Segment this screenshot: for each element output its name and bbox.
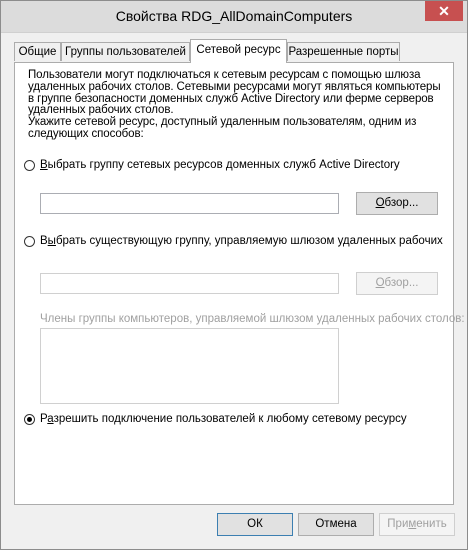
members-label: Члены группы компьютеров, управляемой шл… (40, 313, 465, 325)
intro-line: удаленных рабочих столов. Сетевыми ресур… (28, 80, 441, 93)
intro-line: следующих способов: (28, 127, 144, 140)
cancel-button[interactable]: Отмена (298, 513, 374, 536)
apply-button[interactable]: Применить (379, 513, 455, 536)
tab-general[interactable]: Общие (14, 42, 61, 61)
close-icon[interactable]: ✕ (425, 1, 463, 21)
tab-panel-network-resource: Пользователи могут подключаться к сетевы… (14, 62, 465, 505)
gateway-group-select[interactable] (40, 273, 339, 294)
tab-strip: Общие Группы пользователей Сетевой ресур… (14, 39, 454, 63)
members-list[interactable] (40, 328, 339, 404)
radio-button[interactable] (24, 160, 35, 171)
ad-group-input[interactable] (40, 193, 339, 214)
radio-button-checked[interactable] (24, 414, 35, 425)
radio-button[interactable] (24, 236, 35, 247)
browse-ad-group-button[interactable]: Обзор... (356, 192, 438, 215)
tab-user-groups[interactable]: Группы пользователей (61, 42, 190, 61)
properties-dialog: Свойства RDG_AllDomainComputers ✕ Общие … (0, 0, 468, 550)
radio-any-resource-label: Разрешить подключение пользователей к лю… (40, 413, 407, 425)
title-bar: Свойства RDG_AllDomainComputers ✕ (1, 1, 467, 33)
ok-button[interactable]: ОК (217, 513, 293, 536)
tab-network-resource[interactable]: Сетевой ресурс (190, 39, 287, 63)
radio-gateway-group-label: Выбрать существующую группу, управляемую… (40, 235, 443, 247)
radio-ad-group-label: Выбрать группу сетевых ресурсов доменных… (40, 159, 400, 171)
window-title: Свойства RDG_AllDomainComputers (115, 8, 353, 24)
tab-allowed-ports[interactable]: Разрешенные порты (287, 42, 400, 61)
browse-gateway-group-button[interactable]: Обзор... (356, 272, 438, 295)
intro-text: Пользователи могут подключаться к сетевы… (28, 69, 448, 141)
